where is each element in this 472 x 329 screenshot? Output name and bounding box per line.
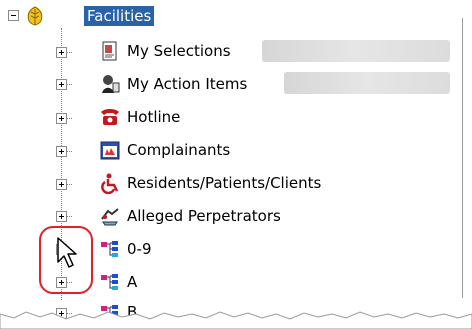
expand-my-action-items-toggle[interactable] — [56, 79, 67, 90]
expand-residents-toggle[interactable] — [56, 179, 67, 190]
calendar-complainants-icon — [100, 141, 120, 160]
action-items-icon — [102, 75, 120, 93]
torn-edge — [0, 311, 472, 329]
telephone-icon — [101, 109, 119, 125]
expand-alleged-perpetrators-toggle[interactable] — [56, 211, 67, 222]
panel-divider — [462, 18, 463, 298]
tree-item-0-9[interactable]: 0-9 — [127, 239, 152, 259]
expand-complainants-toggle[interactable] — [56, 146, 67, 157]
tree-item-residents[interactable]: Residents/Patients/Clients — [127, 173, 321, 193]
perpetrator-icon — [101, 208, 119, 226]
tree-item-my-action-items[interactable]: My Action Items — [127, 74, 247, 94]
wheelchair-icon — [101, 173, 119, 194]
tree-root-label[interactable]: Facilities — [84, 6, 155, 26]
redacted-region — [284, 72, 450, 94]
tree-item-a[interactable]: A — [127, 272, 137, 292]
expand-hotline-toggle[interactable] — [56, 113, 67, 124]
expand-my-selections-toggle[interactable] — [56, 47, 67, 58]
facilities-tree: Facilities My Selections My Action Items… — [0, 0, 472, 329]
tree-item-alleged-perpetrators[interactable]: Alleged Perpetrators — [127, 206, 281, 226]
tree-item-my-selections[interactable]: My Selections — [127, 41, 231, 61]
selections-doc-icon — [102, 41, 117, 61]
tree-item-hotline[interactable]: Hotline — [127, 107, 180, 127]
org-chart-icon — [101, 241, 118, 257]
tree-item-complainants[interactable]: Complainants — [127, 140, 230, 160]
collapse-facilities-toggle[interactable] — [8, 10, 19, 21]
redacted-region — [262, 40, 450, 62]
leaf-icon — [27, 6, 43, 26]
mouse-cursor-icon — [57, 237, 77, 268]
org-chart-icon — [101, 274, 118, 290]
